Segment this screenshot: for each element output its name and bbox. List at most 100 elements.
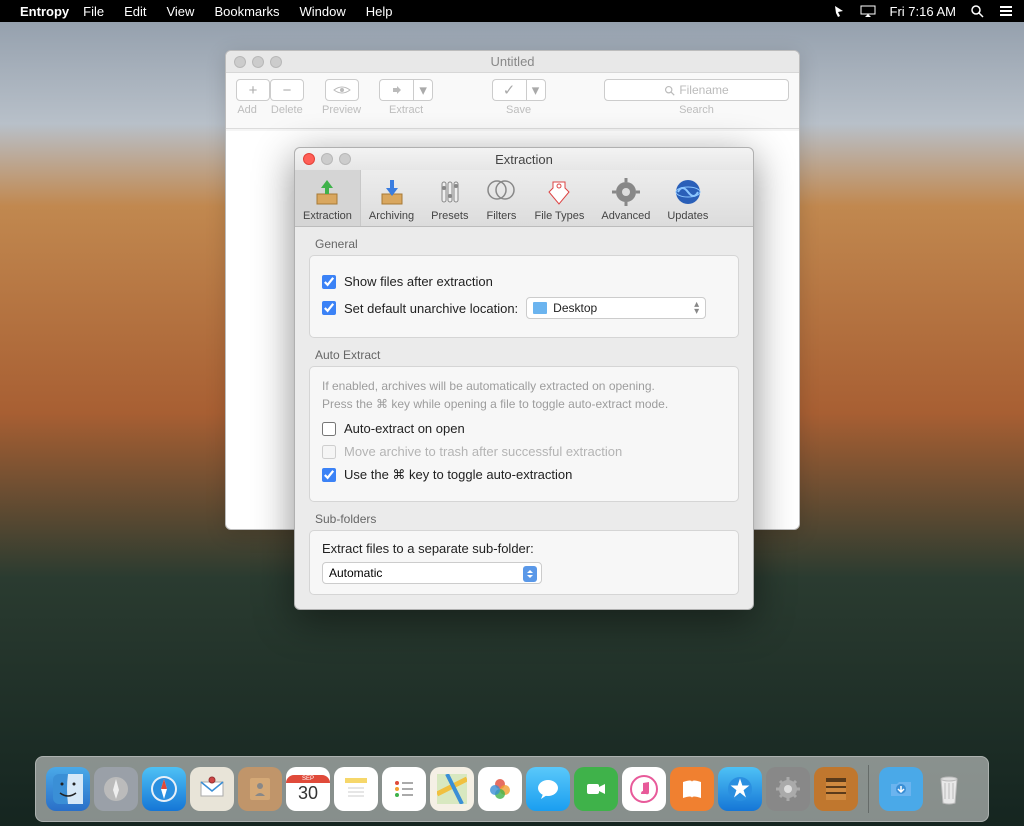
menu-window[interactable]: Window — [299, 4, 345, 19]
save-menu-button[interactable]: ▾ — [526, 79, 546, 101]
tab-file-types[interactable]: File Types — [526, 170, 593, 226]
tab-label: Updates — [667, 210, 708, 222]
dock-photos[interactable] — [478, 767, 522, 811]
chevron-updown-icon — [523, 566, 537, 582]
subfolders-popup[interactable]: Automatic — [322, 562, 542, 584]
menubar: Entropy File Edit View Bookmarks Window … — [0, 0, 1024, 22]
dock-downloads[interactable] — [879, 767, 923, 811]
section-auto-extract-title: Auto Extract — [309, 348, 739, 362]
archive-window-title: Untitled — [226, 54, 799, 69]
preview-button[interactable] — [325, 79, 359, 101]
tab-updates[interactable]: Updates — [659, 170, 717, 226]
show-files-checkbox[interactable] — [322, 275, 336, 289]
menu-bookmarks[interactable]: Bookmarks — [214, 4, 279, 19]
chevron-updown-icon: ▴▾ — [694, 301, 699, 315]
cmd-toggle-label: Use the ⌘ key to toggle auto-extraction — [344, 467, 572, 483]
search-label: Search — [679, 104, 714, 116]
filters-icon — [485, 176, 517, 208]
dock-itunes[interactable] — [622, 767, 666, 811]
section-auto-extract: If enabled, archives will be automatical… — [309, 366, 739, 502]
dock-trash[interactable] — [927, 767, 971, 811]
dock-entropy[interactable] — [814, 767, 858, 811]
tab-presets[interactable]: Presets — [423, 170, 477, 226]
dock-safari[interactable] — [142, 767, 186, 811]
file-types-icon — [543, 176, 575, 208]
auto-extract-hint: If enabled, archives will be automatical… — [322, 377, 726, 413]
section-general-title: General — [309, 237, 739, 251]
delete-label: Delete — [271, 104, 303, 116]
tab-extraction[interactable]: Extraction — [295, 170, 361, 226]
tab-label: Presets — [431, 210, 468, 222]
spotlight-icon[interactable] — [970, 4, 984, 18]
auto-extract-on-open-label: Auto-extract on open — [344, 421, 465, 436]
preferences-window: Extraction Extraction Archiving Presets … — [294, 147, 754, 610]
menu-file[interactable]: File — [83, 4, 104, 19]
dock-messages[interactable] — [526, 767, 570, 811]
preferences-title: Extraction — [295, 152, 753, 167]
tab-filters[interactable]: Filters — [477, 170, 526, 226]
menu-edit[interactable]: Edit — [124, 4, 146, 19]
tab-label: Extraction — [303, 210, 352, 222]
move-to-trash-label: Move archive to trash after successful e… — [344, 444, 622, 459]
delete-button[interactable]: − — [270, 79, 304, 101]
dock-finder[interactable] — [46, 767, 90, 811]
dock-reminders[interactable] — [382, 767, 426, 811]
dock-appstore[interactable] — [718, 767, 762, 811]
search-input[interactable]: Filename — [604, 79, 789, 101]
dock-facetime[interactable] — [574, 767, 618, 811]
menu-view[interactable]: View — [166, 4, 194, 19]
tab-label: Advanced — [601, 210, 650, 222]
tab-label: Archiving — [369, 210, 414, 222]
tab-label: File Types — [534, 210, 584, 222]
presets-icon — [434, 176, 466, 208]
tab-archiving[interactable]: Archiving — [361, 170, 423, 226]
archive-window-titlebar: Untitled — [226, 51, 799, 73]
set-default-location-checkbox[interactable] — [322, 301, 336, 315]
dock-notes[interactable] — [334, 767, 378, 811]
menu-help[interactable]: Help — [366, 4, 393, 19]
extract-label: Extract — [389, 104, 423, 116]
cmd-toggle-checkbox[interactable] — [322, 468, 336, 482]
cursor-menu-icon[interactable] — [832, 4, 846, 18]
unarchive-location-popup[interactable]: Desktop ▴▾ — [526, 297, 706, 319]
folder-icon — [533, 302, 547, 314]
extraction-icon — [311, 176, 343, 208]
add-label: Add — [237, 104, 257, 116]
search-placeholder: Filename — [679, 83, 728, 97]
extract-menu-button[interactable]: ▾ — [413, 79, 433, 101]
subfolders-value: Automatic — [329, 566, 382, 580]
dock-maps[interactable] — [430, 767, 474, 811]
dock-ibooks[interactable] — [670, 767, 714, 811]
airplay-menu-icon[interactable] — [860, 5, 876, 17]
preview-label: Preview — [322, 104, 361, 116]
section-general: Show files after extraction Set default … — [309, 255, 739, 338]
extract-button[interactable] — [379, 79, 413, 101]
updates-icon — [672, 176, 704, 208]
dock-contacts[interactable] — [238, 767, 282, 811]
menubar-app-name[interactable]: Entropy — [20, 4, 69, 19]
tab-label: Filters — [486, 210, 516, 222]
preferences-tabbar: Extraction Archiving Presets Filters Fil… — [295, 170, 753, 227]
dock: SEP30 — [35, 756, 989, 822]
auto-extract-on-open-checkbox[interactable] — [322, 422, 336, 436]
dock-launchpad[interactable] — [94, 767, 138, 811]
dock-system-preferences[interactable] — [766, 767, 810, 811]
menu-list-icon[interactable] — [998, 5, 1014, 17]
dock-calendar[interactable]: SEP30 — [286, 767, 330, 811]
archive-toolbar: + − Add Delete Preview ▾ Extract ✓ ▾ — [226, 73, 799, 129]
show-files-label: Show files after extraction — [344, 274, 493, 289]
subfolders-label: Extract files to a separate sub-folder: — [322, 541, 726, 556]
dock-divider — [868, 765, 869, 813]
menubar-clock[interactable]: Fri 7:16 AM — [890, 4, 956, 19]
dock-mail[interactable] — [190, 767, 234, 811]
save-button[interactable]: ✓ — [492, 79, 526, 101]
section-subfolders: Extract files to a separate sub-folder: … — [309, 530, 739, 595]
save-label: Save — [506, 104, 531, 116]
set-default-location-label: Set default unarchive location: — [344, 301, 518, 316]
move-to-trash-checkbox — [322, 445, 336, 459]
add-button[interactable]: + — [236, 79, 270, 101]
archiving-icon — [376, 176, 408, 208]
tab-advanced[interactable]: Advanced — [593, 170, 659, 226]
section-subfolders-title: Sub-folders — [309, 512, 739, 526]
unarchive-location-value: Desktop — [553, 301, 597, 315]
